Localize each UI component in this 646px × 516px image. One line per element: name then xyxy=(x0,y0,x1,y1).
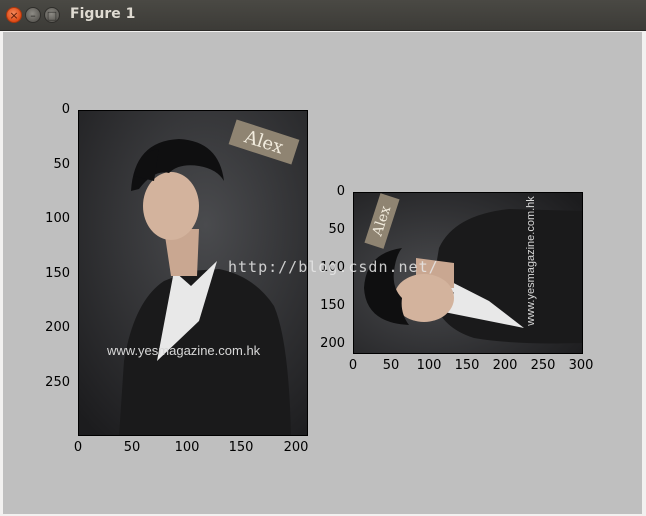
ytick-label: 0 xyxy=(336,184,345,199)
ytick-label: 250 xyxy=(45,375,70,390)
magazine-text: www.yesmagazine.com.hk xyxy=(524,196,537,326)
close-button[interactable]: × xyxy=(6,7,22,23)
title-bar[interactable]: × – □ Figure 1 xyxy=(0,0,646,31)
xtick-label: 0 xyxy=(73,440,83,455)
watermark: http://blog.csdn.net/ xyxy=(228,258,439,276)
xtick-label: 250 xyxy=(530,358,556,373)
window-title: Figure 1 xyxy=(70,6,136,22)
xtick-label: 0 xyxy=(348,358,358,373)
figure-window: × – □ Figure 1 Alex www.yesmagazine.com.… xyxy=(0,0,646,516)
xtick-label: 150 xyxy=(228,440,254,455)
magazine-text: www.yesmagazine.com.hk xyxy=(107,343,261,358)
xtick-label: 150 xyxy=(454,358,480,373)
ytick-label: 200 xyxy=(320,336,345,351)
ytick-label: 150 xyxy=(45,266,70,281)
xtick-label: 200 xyxy=(492,358,518,373)
ytick-label: 150 xyxy=(320,298,345,313)
maximize-icon: □ xyxy=(46,8,58,22)
ytick-label: 50 xyxy=(328,222,345,237)
ytick-label: 0 xyxy=(61,102,70,117)
ytick-label: 50 xyxy=(53,157,70,172)
xtick-label: 100 xyxy=(174,440,200,455)
xtick-label: 50 xyxy=(123,440,141,455)
ytick-label: 100 xyxy=(45,211,70,226)
minimize-icon: – xyxy=(30,8,36,22)
xtick-label: 200 xyxy=(283,440,309,455)
minimize-button[interactable]: – xyxy=(25,7,41,23)
xtick-label: 50 xyxy=(382,358,400,373)
xtick-label: 100 xyxy=(416,358,442,373)
xtick-label: 300 xyxy=(568,358,594,373)
maximize-button[interactable]: □ xyxy=(44,7,60,23)
close-icon: × xyxy=(9,8,19,22)
ytick-label: 200 xyxy=(45,320,70,335)
figure-canvas[interactable]: Alex www.yesmagazine.com.hk 0 50 100 150… xyxy=(3,32,642,514)
